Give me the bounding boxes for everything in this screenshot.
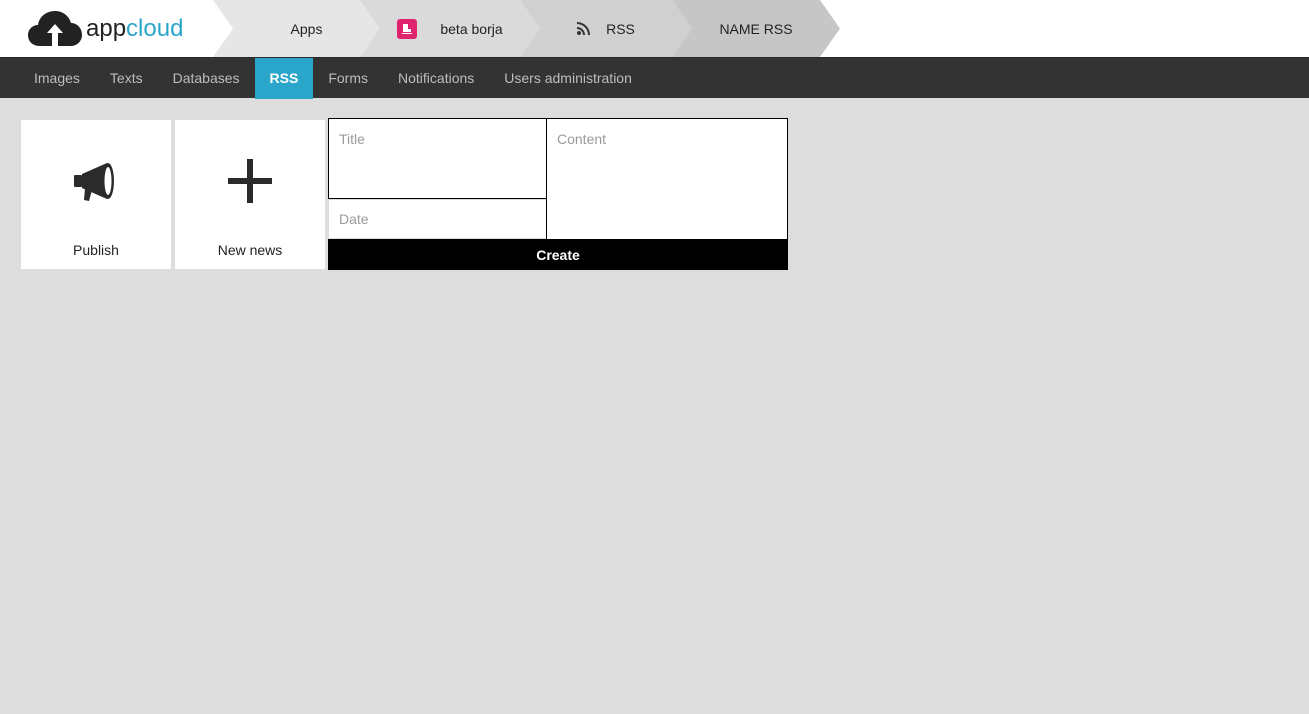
publish-tile[interactable]: Publish [21,120,171,269]
nav-item-users-administration[interactable]: Users administration [489,58,647,99]
new-news-label: New news [217,242,283,258]
breadcrumb-app-label: beta borja [440,20,503,37]
date-input[interactable] [328,199,547,239]
nav-item-images[interactable]: Images [19,58,95,99]
new-news-tile[interactable]: New news [175,120,325,269]
breadcrumb-rss[interactable]: RSS [520,0,692,57]
logo-text-cloud: cloud [126,15,184,42]
content-input[interactable] [546,118,788,240]
nav-item-rss[interactable]: RSS [254,58,314,99]
top-header: appcloud Apps beta borja RSS NAME RSS [0,0,1309,57]
publish-label: Publish [73,242,119,258]
breadcrumb-apps-label: Apps [290,20,323,37]
title-input[interactable] [328,118,547,199]
nav-item-forms[interactable]: Forms [313,58,383,99]
megaphone-icon [73,156,119,206]
rss-icon [577,22,591,35]
breadcrumb-rss-label: RSS [606,20,635,37]
plus-icon [228,156,272,206]
section-nav: Images Texts Databases RSS Forms Notific… [0,57,1309,99]
breadcrumb-name-label: NAME RSS [719,20,793,37]
create-button[interactable]: Create [328,239,788,270]
breadcrumb-name-rss[interactable]: NAME RSS [672,0,840,57]
breadcrumb-apps[interactable]: Apps [213,0,388,57]
nav-list: Images Texts Databases RSS Forms Notific… [0,58,1309,99]
new-news-form: Create [328,118,788,270]
appcloud-logo[interactable]: appcloud [28,10,183,48]
cloud-upload-icon [28,11,82,46]
nav-item-databases[interactable]: Databases [158,58,255,99]
logo-text: appcloud [86,15,183,43]
logo-text-app: app [86,15,127,42]
nav-item-texts[interactable]: Texts [95,58,158,99]
nav-item-notifications[interactable]: Notifications [383,58,489,99]
app-badge-icon [397,18,418,39]
breadcrumb-app[interactable]: beta borja [360,0,540,57]
